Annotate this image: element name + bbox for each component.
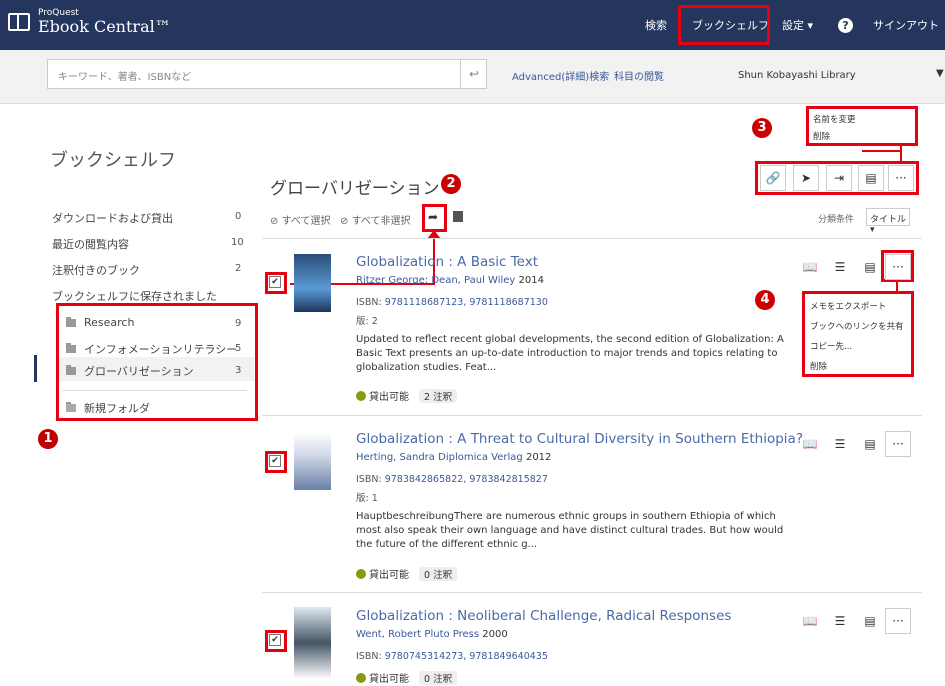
nav-settings[interactable]: 設定 ▾: [782, 0, 813, 50]
connector: [900, 146, 902, 161]
selected-indicator: [34, 355, 37, 382]
delete-icon[interactable]: [453, 211, 463, 222]
notes-icon[interactable]: ▤: [857, 608, 883, 634]
availability: 貸出可能 0 注釈: [356, 566, 458, 581]
notes-icon[interactable]: ▤: [857, 431, 883, 457]
book-description: HauptbeschreibungThere are numerous ethn…: [356, 511, 784, 550]
nav-signout[interactable]: サインアウト: [873, 0, 939, 50]
export-notes-item[interactable]: メモをエクスポート: [810, 300, 886, 312]
highlight-checkbox: [265, 630, 287, 652]
book-author: Ritzer George; Dean, Paul Wiley 2014: [356, 275, 544, 286]
help-icon[interactable]: ?: [838, 0, 853, 50]
book-icon: [8, 13, 30, 31]
sidebar-count: 0: [235, 211, 242, 222]
book-isbn: ISBN: 9783842865822, 9783842815827: [356, 474, 548, 485]
available-icon: [356, 568, 366, 579]
sort-label: 分類条件: [818, 215, 855, 225]
divider: [262, 592, 922, 593]
toc-icon[interactable]: ☰: [827, 254, 853, 280]
proquest-logo[interactable]: ProQuest Ebook Central™: [8, 8, 171, 36]
notes-icon[interactable]: ▤: [857, 254, 883, 280]
export-icon[interactable]: ⇥: [826, 165, 852, 191]
page-title: グローバリゼーション: [270, 179, 440, 199]
availability: 貸出可能 2 注釈: [356, 388, 458, 403]
send-icon[interactable]: ➤: [793, 165, 819, 191]
more-icon[interactable]: ···: [885, 431, 911, 457]
book-description: Updated to reflect recent global develop…: [356, 334, 784, 373]
book-cover[interactable]: [294, 607, 331, 679]
available-icon: [356, 390, 366, 401]
toc-icon[interactable]: ☰: [827, 431, 853, 457]
sidebar-item-saved[interactable]: ブックシェルフに保存されました: [52, 288, 217, 304]
sidebar-item-recent[interactable]: 最近の閲覧内容: [52, 236, 129, 252]
more-icon[interactable]: ···: [885, 608, 911, 634]
highlight-folders: [56, 303, 258, 421]
sidebar-item-annotated[interactable]: 注釈付きのブック: [52, 262, 140, 278]
divider: [262, 238, 922, 239]
book-isbn: ISBN: 9780745314273, 9781849640435: [356, 651, 548, 662]
sidebar-title: ブックシェルフ: [50, 150, 176, 171]
sort-select[interactable]: タイトル ▾: [866, 208, 910, 235]
book-cover[interactable]: [294, 254, 331, 312]
notes-badge: 0 注釈: [419, 670, 458, 685]
copy-to-icon[interactable]: ➦: [428, 210, 438, 224]
book-author: Went, Robert Pluto Press 2000: [356, 629, 508, 640]
book-title[interactable]: Globalization : A Threat to Cultural Div…: [356, 431, 803, 447]
notes-icon[interactable]: ▤: [858, 165, 884, 191]
availability: 貸出可能 0 注釈: [356, 670, 458, 685]
marker-1: 1: [38, 429, 58, 449]
link-icon[interactable]: 🔗: [760, 165, 786, 191]
available-icon: [356, 672, 366, 683]
book-author: Herting, Sandra Diplomica Verlag 2012: [356, 452, 552, 463]
marker-3: 3: [752, 118, 772, 138]
read-icon[interactable]: 📖: [797, 254, 823, 280]
top-navigation-bar: ProQuest Ebook Central™ 検索 ブックシェルフ 設定 ▾ …: [0, 0, 945, 50]
more-icon[interactable]: ···: [885, 254, 911, 280]
read-icon[interactable]: 📖: [797, 431, 823, 457]
book-isbn: ISBN: 9781118687123, 9781118687130: [356, 297, 548, 308]
highlight-checkbox: [265, 451, 287, 473]
connector: [862, 150, 902, 152]
select-all-button[interactable]: ⊘ すべて選択: [270, 212, 330, 227]
library-name: Shun Kobayashi Library: [738, 70, 856, 81]
book-cover[interactable]: [294, 432, 331, 490]
book-actions: 📖 ☰ ▤: [797, 431, 887, 457]
browse-subjects-link[interactable]: 科目の閲覧: [614, 68, 664, 83]
search-input[interactable]: キーワード、著者、ISBNなど: [47, 59, 487, 89]
search-submit-icon[interactable]: ↩: [460, 60, 487, 88]
highlight-bookshelf: [678, 5, 770, 45]
book-edition: 版: 2: [356, 316, 378, 327]
rename-folder-item[interactable]: 名前を変更: [813, 113, 856, 125]
search-bar: キーワード、著者、ISBNなど ↩ Advanced(詳細)検索 科目の閲覧 S…: [0, 50, 945, 104]
more-icon[interactable]: ···: [888, 165, 914, 191]
book-title[interactable]: Globalization : A Basic Text: [356, 254, 538, 270]
delete-folder-item[interactable]: 削除: [813, 130, 830, 142]
book-title[interactable]: Globalization : Neoliberal Challenge, Ra…: [356, 608, 731, 624]
notes-badge: 0 注釈: [419, 566, 458, 581]
sidebar-item-downloads[interactable]: ダウンロードおよび貸出: [52, 210, 173, 226]
read-icon[interactable]: 📖: [797, 608, 823, 634]
book-actions: 📖 ☰ ▤: [797, 254, 887, 280]
deselect-all-button[interactable]: ⊘ すべて非選択: [340, 212, 410, 227]
advanced-search-link[interactable]: Advanced(詳細)検索: [512, 68, 609, 83]
nav-search[interactable]: 検索: [645, 0, 667, 50]
sidebar-count: 2: [235, 263, 242, 274]
copy-to-item[interactable]: コピー先...: [810, 340, 852, 352]
sidebar-count: 10: [231, 237, 244, 248]
highlight-checkbox: [265, 272, 287, 294]
chevron-down-icon[interactable]: ▼: [936, 68, 944, 79]
book-edition: 版: 1: [356, 493, 378, 504]
marker-4: 4: [755, 290, 775, 310]
brand-name: Ebook Central™: [38, 17, 171, 36]
divider: [262, 415, 922, 416]
share-link-item[interactable]: ブックへのリンクを共有: [810, 320, 904, 332]
book-actions: 📖 ☰ ▤: [797, 608, 887, 634]
notes-badge: 2 注釈: [419, 388, 458, 403]
marker-2: 2: [441, 174, 461, 194]
delete-book-item[interactable]: 削除: [810, 360, 827, 372]
toc-icon[interactable]: ☰: [827, 608, 853, 634]
